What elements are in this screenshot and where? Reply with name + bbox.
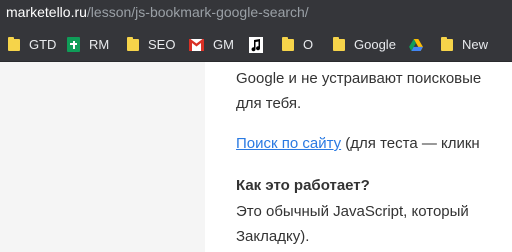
bookmark-label: O [303, 37, 314, 52]
page-margin [0, 62, 205, 252]
folder-icon [127, 36, 139, 51]
bookmark-gtd[interactable]: GTD [8, 36, 56, 53]
bookmark-label: New [462, 37, 489, 52]
google-sheets-icon [67, 37, 80, 52]
article-text-line: Это обычный JavaScript, который [236, 203, 469, 220]
section-heading: Как это работает? [236, 177, 370, 194]
bookmark-music[interactable] [249, 36, 263, 53]
article-text-line: для тебя. [236, 95, 302, 112]
gmail-icon [189, 38, 204, 51]
bookmark-seo[interactable]: SEO [127, 36, 175, 53]
bookmarks-bar: GTD RM SEO GM O Google New [0, 28, 512, 62]
google-drive-icon [409, 38, 423, 51]
address-bar[interactable]: marketello.ru/lesson/js-bookmark-google-… [0, 0, 512, 28]
bookmark-label: GTD [29, 37, 57, 52]
folder-icon [333, 36, 345, 51]
bookmark-drive[interactable] [409, 36, 423, 53]
bookmark-rm[interactable]: RM [67, 36, 109, 53]
bookmark-google[interactable]: Google [333, 36, 396, 53]
url-host: marketello.ru [6, 4, 87, 20]
article-text: (для теста — кликн [341, 135, 480, 152]
url-path: /lesson/js-bookmark-google-search/ [86, 4, 309, 20]
music-note-icon [249, 36, 263, 53]
bookmark-o[interactable]: O [282, 36, 313, 53]
article-content: Google и не устраивают поисковые для теб… [205, 62, 512, 252]
bookmark-label: SEO [148, 37, 176, 52]
bookmark-label: GM [213, 37, 234, 52]
bookmark-label: Google [354, 37, 396, 52]
url-text[interactable]: marketello.ru/lesson/js-bookmark-google-… [6, 4, 309, 20]
site-search-link[interactable]: Поиск по сайту [236, 135, 341, 152]
folder-icon [8, 36, 20, 51]
article-paragraph: Поиск по сайту (для теста — кликн [236, 135, 480, 152]
bookmark-label: RM [89, 37, 110, 52]
folder-icon [441, 36, 453, 51]
bookmark-new[interactable]: New [441, 36, 488, 53]
article-text-line: Google и не устраивают поисковые [236, 70, 482, 87]
article-text-line: Закладку). [236, 228, 310, 245]
bookmark-gm[interactable]: GM [189, 36, 234, 53]
folder-icon [282, 36, 294, 51]
